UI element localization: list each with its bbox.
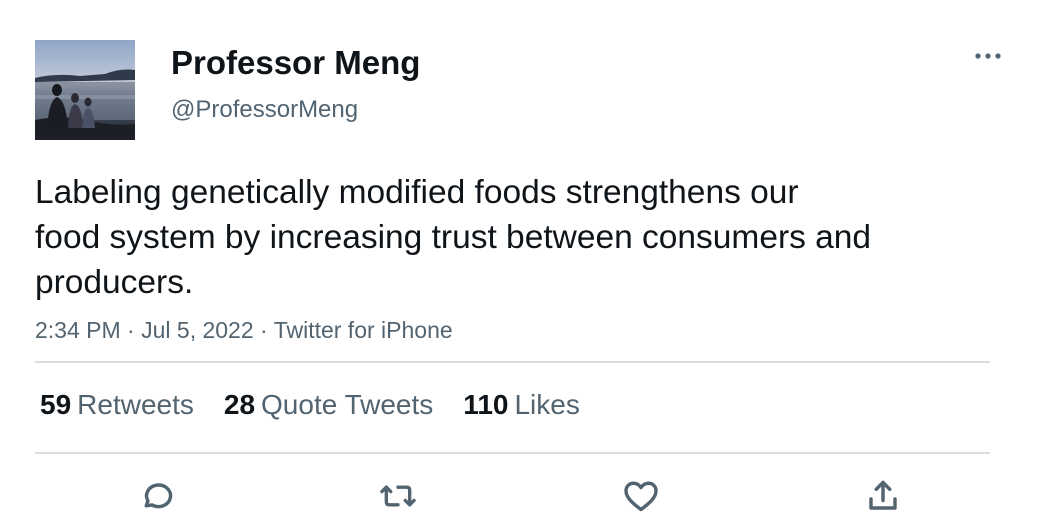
quote-tweets-stat[interactable]: 28 Quote Tweets (224, 387, 433, 423)
tweet-card: Professor Meng @ProfessorMeng Labeling g… (0, 0, 1050, 525)
retweet-icon (380, 485, 416, 507)
reply-button[interactable] (134, 474, 178, 518)
more-horizontal-icon (975, 53, 1001, 59)
tweet-text-line: Labeling genetically modified foods stre… (35, 174, 799, 211)
tweet-text-line: food system by increasing trust between … (35, 219, 872, 256)
likes-label: Likes (514, 389, 580, 420)
tweet-time[interactable]: 2:34 PM (35, 317, 121, 343)
likes-count: 110 (463, 389, 509, 420)
likes-stat[interactable]: 110 Likes (463, 387, 580, 423)
divider (35, 361, 990, 363)
tweet-text-line: producers. (35, 264, 194, 301)
more-options-button[interactable] (968, 44, 1008, 68)
avatar[interactable] (35, 40, 135, 140)
retweets-count: 59 (40, 389, 72, 420)
retweet-button[interactable] (376, 474, 420, 518)
separator: · (260, 317, 268, 343)
engagement-stats: 59 Retweets 28 Quote Tweets 110 Likes (40, 387, 610, 423)
tweet-metadata: 2:34 PM · Jul 5, 2022 · Twitter for iPho… (35, 315, 453, 345)
share-icon (869, 480, 897, 510)
display-name[interactable]: Professor Meng (171, 43, 420, 83)
tweet-text: Labeling genetically modified foods stre… (35, 170, 995, 305)
user-handle[interactable]: @ProfessorMeng (171, 95, 358, 125)
like-button[interactable] (619, 474, 663, 518)
heart-icon (624, 481, 658, 512)
separator: · (127, 317, 135, 343)
reply-icon (144, 483, 173, 509)
quote-tweets-count: 28 (223, 389, 256, 420)
retweets-label: Retweets (77, 389, 194, 420)
retweets-stat[interactable]: 59 Retweets (40, 387, 194, 423)
avatar-photo (35, 69, 135, 140)
share-button[interactable] (861, 474, 905, 518)
tweet-source[interactable]: Twitter for iPhone (274, 317, 453, 343)
divider (35, 452, 990, 454)
quote-tweets-label: Quote Tweets (261, 389, 434, 420)
tweet-date[interactable]: Jul 5, 2022 (141, 317, 254, 343)
